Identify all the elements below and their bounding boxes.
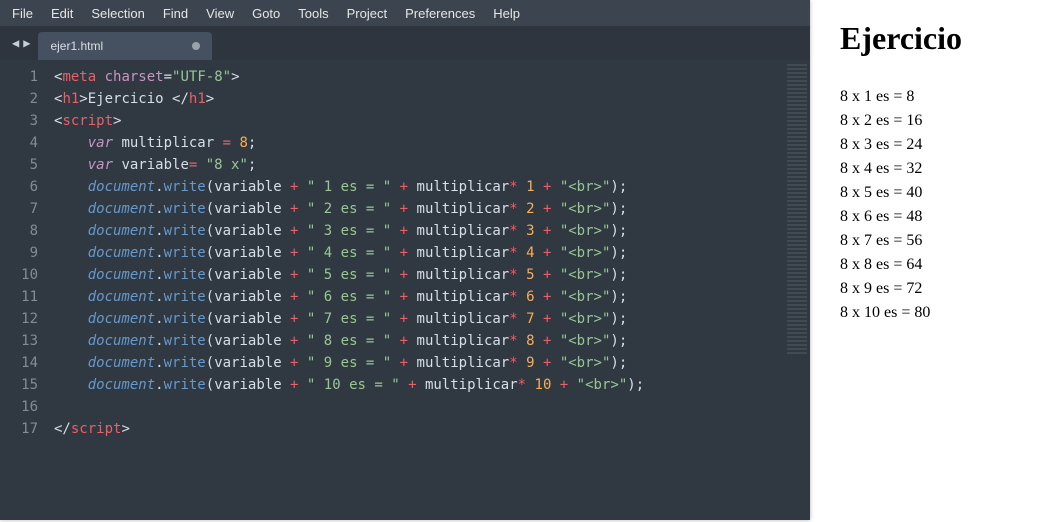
menu-bar: File Edit Selection Find View Goto Tools… (0, 0, 810, 26)
menu-tools[interactable]: Tools (290, 2, 338, 25)
code-line[interactable]: document.write(variable + " 5 es = " + m… (54, 264, 644, 286)
menu-help[interactable]: Help (485, 2, 530, 25)
tab-ejer1[interactable]: ejer1.html (38, 32, 212, 60)
code-line[interactable]: document.write(variable + " 3 es = " + m… (54, 220, 644, 242)
output-row: 8 x 8 es = 64 (840, 253, 962, 277)
menu-preferences[interactable]: Preferences (397, 2, 485, 25)
code-line[interactable]: document.write(variable + " 1 es = " + m… (54, 176, 644, 198)
code-line[interactable]: document.write(variable + " 6 es = " + m… (54, 286, 644, 308)
line-number: 3 (10, 110, 38, 132)
output-row: 8 x 9 es = 72 (840, 277, 962, 301)
tab-next-icon[interactable]: ▶ (23, 36, 30, 50)
code-line[interactable]: document.write(variable + " 7 es = " + m… (54, 308, 644, 330)
code-line[interactable]: <meta charset="UTF-8"> (54, 66, 644, 88)
code-line[interactable]: document.write(variable + " 9 es = " + m… (54, 352, 644, 374)
menu-edit[interactable]: Edit (43, 2, 83, 25)
code-line[interactable]: var multiplicar = 8; (54, 132, 644, 154)
menu-selection[interactable]: Selection (83, 2, 154, 25)
menu-project[interactable]: Project (339, 2, 397, 25)
line-number: 1 (10, 66, 38, 88)
menu-find[interactable]: Find (155, 2, 198, 25)
code-line[interactable]: document.write(variable + " 8 es = " + m… (54, 330, 644, 352)
line-number: 14 (10, 352, 38, 374)
line-number: 11 (10, 286, 38, 308)
output-heading: Ejercicio (840, 20, 962, 57)
menu-file[interactable]: File (4, 2, 43, 25)
line-number: 7 (10, 198, 38, 220)
browser-output: Ejercicio 8 x 1 es = 8 8 x 2 es = 16 8 x… (810, 0, 972, 325)
tab-row: ◀ ▶ ejer1.html (0, 26, 810, 60)
line-number: 9 (10, 242, 38, 264)
output-row: 8 x 3 es = 24 (840, 133, 962, 157)
line-number: 16 (10, 396, 38, 418)
code-line[interactable]: <h1>Ejercicio </h1> (54, 88, 644, 110)
tab-nav-arrows: ◀ ▶ (0, 36, 38, 50)
line-number: 2 (10, 88, 38, 110)
line-number: 13 (10, 330, 38, 352)
line-gutter: 1 2 3 4 5 6 7 8 9 10 11 12 13 14 15 16 1… (0, 60, 46, 500)
output-row: 8 x 7 es = 56 (840, 229, 962, 253)
line-number: 5 (10, 154, 38, 176)
code-area[interactable]: 1 2 3 4 5 6 7 8 9 10 11 12 13 14 15 16 1… (0, 60, 810, 520)
code-line[interactable]: </script> (54, 418, 644, 440)
output-row: 8 x 2 es = 16 (840, 109, 962, 133)
menu-view[interactable]: View (198, 2, 244, 25)
code-text[interactable]: <meta charset="UTF-8"><h1>Ejercicio </h1… (46, 60, 644, 500)
code-line[interactable]: var variable= "8 x"; (54, 154, 644, 176)
dirty-indicator-icon (192, 42, 200, 50)
code-line[interactable] (54, 396, 644, 418)
code-line[interactable]: document.write(variable + " 10 es = " + … (54, 374, 644, 396)
tab-prev-icon[interactable]: ◀ (12, 36, 19, 50)
output-row: 8 x 4 es = 32 (840, 157, 962, 181)
code-line[interactable]: <script> (54, 110, 644, 132)
line-number: 6 (10, 176, 38, 198)
minimap[interactable] (784, 60, 810, 520)
code-editor: File Edit Selection Find View Goto Tools… (0, 0, 810, 520)
code-line[interactable]: document.write(variable + " 2 es = " + m… (54, 198, 644, 220)
tab-title: ejer1.html (50, 39, 103, 53)
line-number: 12 (10, 308, 38, 330)
output-row: 8 x 10 es = 80 (840, 301, 962, 325)
line-number: 4 (10, 132, 38, 154)
output-row: 8 x 6 es = 48 (840, 205, 962, 229)
line-number: 17 (10, 418, 38, 440)
code-line[interactable]: document.write(variable + " 4 es = " + m… (54, 242, 644, 264)
line-number: 15 (10, 374, 38, 396)
line-number: 10 (10, 264, 38, 286)
output-row: 8 x 5 es = 40 (840, 181, 962, 205)
line-number: 8 (10, 220, 38, 242)
output-row: 8 x 1 es = 8 (840, 85, 962, 109)
menu-goto[interactable]: Goto (244, 2, 290, 25)
